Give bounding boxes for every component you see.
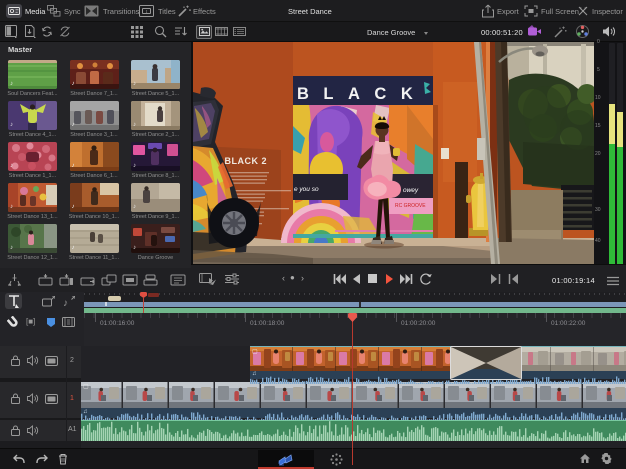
- svg-text:RC GROOVE: RC GROOVE: [395, 203, 426, 209]
- svg-text:BLACK: BLACK: [297, 85, 427, 103]
- svg-text:♪: ♪: [63, 298, 68, 307]
- svg-text:e you so: e you so: [294, 186, 319, 193]
- svg-text:owey: owey: [403, 187, 419, 194]
